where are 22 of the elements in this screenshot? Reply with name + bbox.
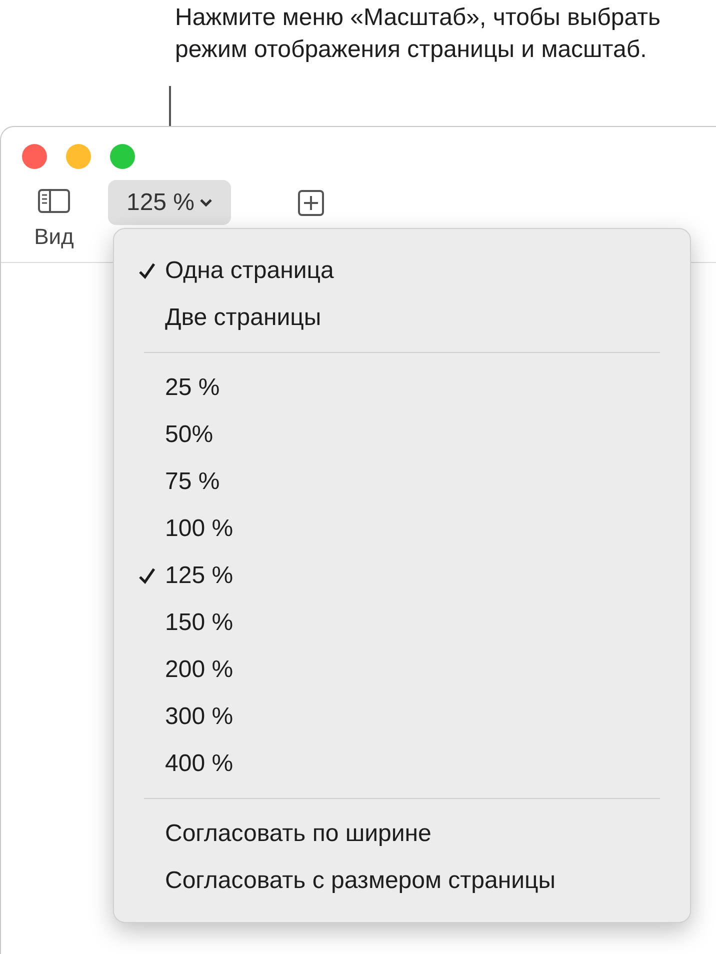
menu-item[interactable]: 150 % <box>114 599 690 646</box>
zoom-menu-button[interactable]: 125 % <box>108 180 231 225</box>
zoom-window-button[interactable] <box>110 144 135 169</box>
menu-item[interactable]: 25 % <box>114 364 690 411</box>
menu-item[interactable]: 75 % <box>114 458 690 505</box>
chevron-down-icon <box>198 198 213 208</box>
callout-text: Нажмите меню «Масштаб», чтобы выбрать режим отображения страницы и масштаб. <box>175 3 662 65</box>
sidebar-icon <box>37 188 71 214</box>
menu-item[interactable]: 125 % <box>114 552 690 599</box>
add-page-icon[interactable] <box>298 190 324 216</box>
menu-item[interactable]: 200 % <box>114 646 690 693</box>
menu-item[interactable]: Согласовать по ширине <box>114 810 690 857</box>
menu-item[interactable]: 50% <box>114 411 690 458</box>
menu-item[interactable]: 100 % <box>114 505 690 552</box>
menu-item[interactable]: Две страницы <box>114 294 690 341</box>
menu-item[interactable]: 300 % <box>114 693 690 740</box>
minimize-button[interactable] <box>66 144 91 169</box>
menu-item[interactable]: Одна страница <box>114 247 690 294</box>
menu-item[interactable]: 400 % <box>114 740 690 787</box>
menu-item[interactable]: Согласовать с размером страницы <box>114 857 690 904</box>
view-button[interactable]: Вид <box>29 180 79 253</box>
close-button[interactable] <box>22 144 47 169</box>
